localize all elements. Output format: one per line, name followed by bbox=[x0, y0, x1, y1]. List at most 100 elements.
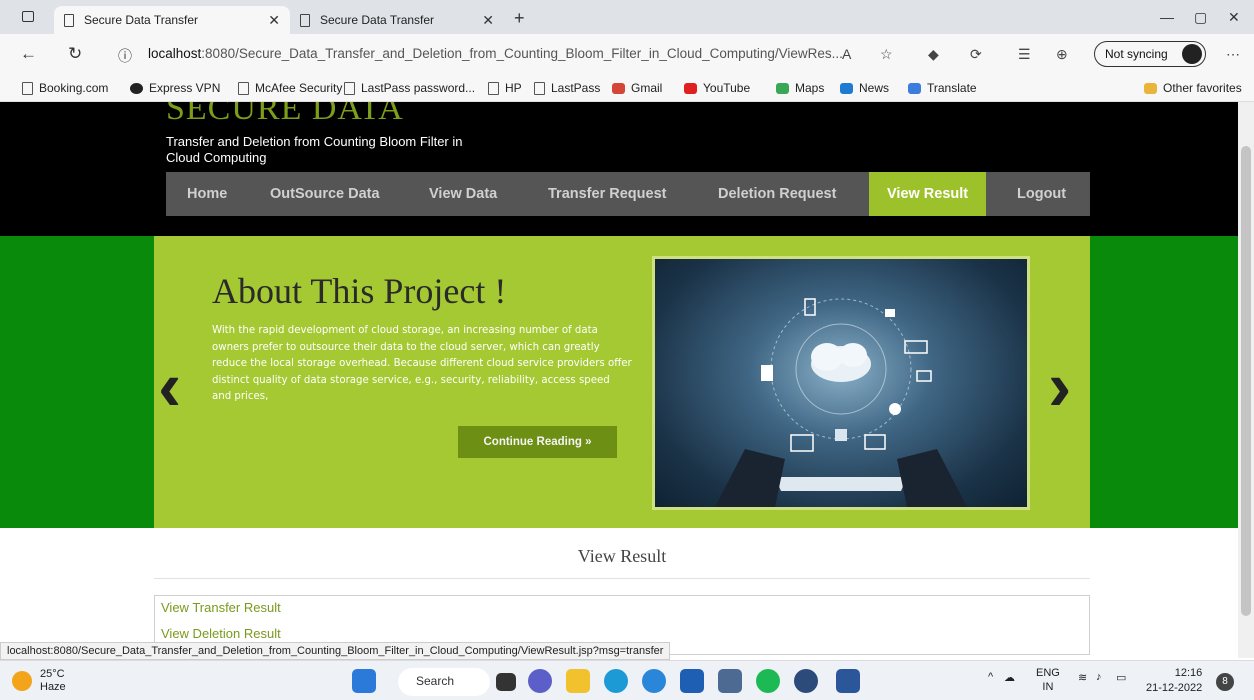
page-icon bbox=[238, 81, 249, 95]
favorite-mcafee[interactable]: McAfee Security bbox=[238, 81, 342, 95]
favorite-lastpass-password[interactable]: LastPass password... bbox=[344, 81, 475, 95]
clock[interactable]: 12:16 21-12-2022 bbox=[1146, 666, 1202, 696]
weather-widget[interactable]: 25°C Haze bbox=[40, 668, 66, 694]
sync-label: Not syncing bbox=[1105, 47, 1168, 61]
translate-icon bbox=[908, 82, 921, 94]
favorite-star-icon[interactable]: ☆ bbox=[880, 46, 893, 63]
page-icon bbox=[300, 13, 310, 27]
store-icon[interactable] bbox=[680, 669, 704, 693]
taskbar: 25°C Haze Search ^ ☁ ENG IN ≋ ♪ ▭ 12:16 … bbox=[0, 660, 1254, 700]
favorite-lastpass[interactable]: LastPass bbox=[534, 81, 600, 95]
notification-badge[interactable]: 8 bbox=[1216, 673, 1234, 691]
favorites-bar: Booking.com Express VPN McAfee Security … bbox=[0, 74, 1254, 102]
scrollbar-thumb[interactable] bbox=[1241, 146, 1251, 616]
menu-view-result[interactable]: View Result bbox=[869, 172, 987, 216]
page-viewport: SECURE DATA Transfer and Deletion from C… bbox=[0, 102, 1238, 658]
favorites-icon[interactable]: ☰ bbox=[1018, 46, 1031, 63]
news-icon bbox=[840, 82, 853, 94]
divider bbox=[154, 578, 1090, 579]
url-host: localhost bbox=[148, 46, 202, 61]
read-aloud-icon[interactable]: A bbox=[842, 46, 851, 62]
continue-reading-button[interactable]: Continue Reading » bbox=[458, 426, 617, 458]
menu-deletion-request[interactable]: Deletion Request bbox=[718, 172, 836, 216]
vpn-icon bbox=[130, 82, 143, 94]
tab-secure-data-transfer-1[interactable]: Secure Data Transfer ✕ bbox=[54, 6, 290, 34]
address-input[interactable]: localhost:8080/Secure_Data_Transfer_and_… bbox=[148, 46, 843, 61]
extension-icon[interactable]: ◆ bbox=[928, 46, 939, 63]
other-favorites[interactable]: Other favorites bbox=[1144, 81, 1242, 95]
refresh-button[interactable]: ↻ bbox=[68, 44, 82, 64]
view-result-title: View Result bbox=[577, 546, 667, 566]
close-window-button[interactable]: ✕ bbox=[1228, 9, 1240, 26]
browser-tab-bar: Secure Data Transfer ✕ Secure Data Trans… bbox=[0, 0, 1254, 34]
slide-heading: About This Project ! bbox=[212, 271, 507, 311]
menu-logout[interactable]: Logout bbox=[1017, 172, 1066, 216]
weather-icon bbox=[12, 671, 32, 691]
tab-title: Secure Data Transfer bbox=[84, 13, 199, 27]
favorite-maps[interactable]: Maps bbox=[776, 81, 824, 95]
search-label: Search bbox=[416, 674, 455, 688]
new-tab-button[interactable]: + bbox=[514, 8, 525, 29]
tray-chevron-icon[interactable]: ^ bbox=[988, 671, 993, 683]
tab-secure-data-transfer-2[interactable]: Secure Data Transfer ✕ bbox=[290, 6, 504, 34]
tab-title: Secure Data Transfer bbox=[320, 13, 435, 27]
site-header: SECURE DATA Transfer and Deletion from C… bbox=[0, 102, 1238, 236]
cloud-illustration bbox=[715, 298, 967, 507]
next-slide-icon[interactable]: › bbox=[1048, 346, 1071, 426]
sync-button[interactable]: Not syncing bbox=[1094, 41, 1206, 67]
page-icon bbox=[64, 13, 74, 27]
volume-icon[interactable]: ♪ bbox=[1096, 671, 1102, 683]
page-scrollbar[interactable] bbox=[1238, 102, 1254, 658]
file-explorer-icon[interactable] bbox=[566, 669, 590, 693]
favorite-news[interactable]: News bbox=[840, 81, 889, 95]
favorite-booking[interactable]: Booking.com bbox=[22, 81, 108, 95]
temperature: 25°C bbox=[40, 668, 65, 680]
menu-outsource-data[interactable]: OutSource Data bbox=[270, 172, 380, 216]
site-info-icon[interactable]: ⓘ bbox=[118, 46, 132, 66]
edge-icon[interactable] bbox=[604, 669, 628, 693]
menu-view-data[interactable]: View Data bbox=[429, 172, 497, 216]
site-title: SECURE DATA bbox=[166, 102, 404, 127]
more-menu-icon[interactable]: ⋯ bbox=[1226, 46, 1240, 63]
page-icon bbox=[22, 81, 33, 95]
favorite-gmail[interactable]: Gmail bbox=[612, 81, 662, 95]
menu-home[interactable]: Home bbox=[187, 172, 227, 216]
wifi-icon[interactable]: ≋ bbox=[1078, 671, 1087, 684]
extensions-puzzle-icon[interactable]: ⟳ bbox=[970, 46, 982, 63]
back-button[interactable]: ← bbox=[20, 44, 37, 64]
language-indicator[interactable]: ENG IN bbox=[1036, 666, 1060, 694]
favorite-hp[interactable]: HP bbox=[488, 81, 522, 95]
teams-chat-icon[interactable] bbox=[528, 669, 552, 693]
folder-icon bbox=[1144, 82, 1157, 94]
minimize-button[interactable]: — bbox=[1160, 9, 1174, 25]
close-tab-icon[interactable]: ✕ bbox=[268, 12, 280, 29]
close-tab-icon[interactable]: ✕ bbox=[482, 12, 494, 29]
address-bar-row: ← ↻ ⓘ localhost:8080/Secure_Data_Transfe… bbox=[0, 34, 1254, 74]
page-icon bbox=[534, 81, 545, 95]
favorite-translate[interactable]: Translate bbox=[908, 81, 977, 95]
favorite-express-vpn[interactable]: Express VPN bbox=[130, 81, 220, 95]
url-path: :8080/Secure_Data_Transfer_and_Deletion_… bbox=[201, 46, 843, 61]
edge-beta-icon[interactable] bbox=[642, 669, 666, 693]
previous-slide-icon[interactable]: ‹ bbox=[158, 346, 181, 426]
page-icon bbox=[344, 81, 355, 95]
battery-icon[interactable]: ▭ bbox=[1116, 671, 1126, 684]
tray-app-icon[interactable]: ☁ bbox=[1004, 671, 1015, 684]
word-icon[interactable] bbox=[836, 669, 860, 693]
tab-actions-icon[interactable] bbox=[22, 11, 34, 22]
start-icon[interactable] bbox=[352, 669, 376, 693]
task-view-icon[interactable] bbox=[496, 673, 516, 691]
site-tagline: Transfer and Deletion from Counting Bloo… bbox=[166, 134, 463, 165]
collections-icon[interactable]: ⊕ bbox=[1056, 46, 1068, 63]
spotify-icon[interactable] bbox=[756, 669, 780, 693]
taskbar-search[interactable]: Search bbox=[398, 668, 490, 696]
gmail-icon bbox=[612, 82, 625, 94]
view-deletion-result-link[interactable]: View Deletion Result bbox=[161, 626, 281, 641]
app-icon[interactable] bbox=[718, 669, 742, 693]
vpn-app-icon[interactable] bbox=[794, 669, 818, 693]
view-transfer-result-link[interactable]: View Transfer Result bbox=[161, 600, 281, 615]
favorite-youtube[interactable]: YouTube bbox=[684, 81, 750, 95]
main-menu: Home OutSource Data View Data Transfer R… bbox=[166, 172, 1090, 216]
restore-button[interactable]: ▢ bbox=[1194, 9, 1207, 26]
menu-transfer-request[interactable]: Transfer Request bbox=[548, 172, 666, 216]
